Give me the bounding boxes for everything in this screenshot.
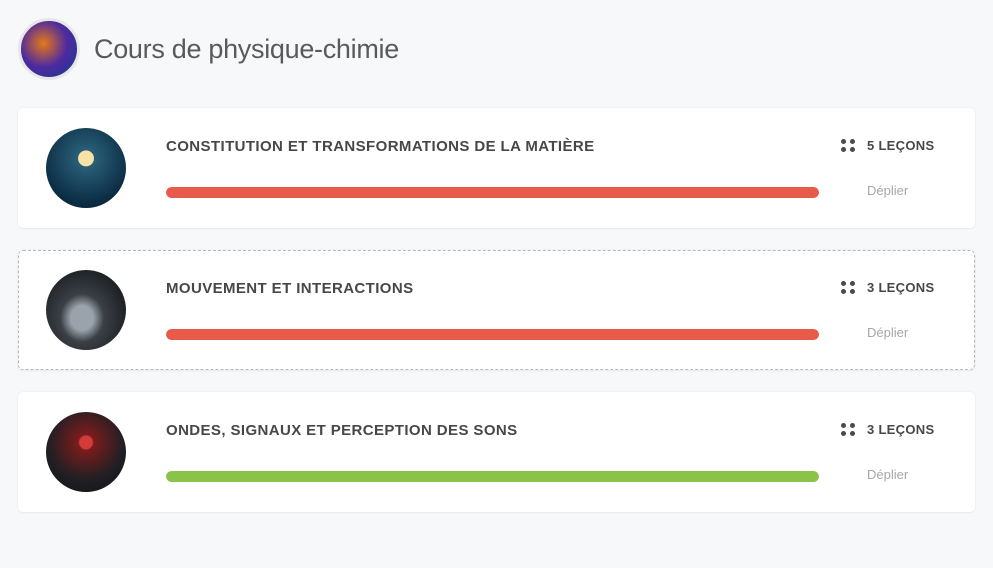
drag-handle-icon[interactable] [841,139,855,153]
expand-button[interactable]: Déplier [867,467,908,482]
section-avatar [46,412,126,492]
section-title: CONSTITUTION ET TRANSFORMATIONS DE LA MA… [166,138,819,155]
progress-bar [166,187,819,198]
lesson-count: 3 LEÇONS [867,280,934,295]
drag-handle-icon[interactable] [841,423,855,437]
lesson-count-row: 3 LEÇONS [841,280,934,295]
section-side: 3 LEÇONS Déplier [841,422,951,482]
section-card[interactable]: ONDES, SIGNAUX ET PERCEPTION DES SONS 3 … [18,392,975,512]
section-side: 3 LEÇONS Déplier [841,280,951,340]
progress-bar [166,471,819,482]
section-card[interactable]: MOUVEMENT ET INTERACTIONS 3 LEÇONS Dépli… [18,250,975,370]
lesson-count: 5 LEÇONS [867,138,934,153]
course-sections-list: CONSTITUTION ET TRANSFORMATIONS DE LA MA… [0,108,993,512]
section-card[interactable]: CONSTITUTION ET TRANSFORMATIONS DE LA MA… [18,108,975,228]
progress-bar [166,329,819,340]
lesson-count: 3 LEÇONS [867,422,934,437]
progress-fill [166,471,819,482]
section-side: 5 LEÇONS Déplier [841,138,951,198]
page-title: Cours de physique-chimie [94,34,399,65]
section-avatar [46,128,126,208]
course-avatar [18,18,80,80]
section-main: MOUVEMENT ET INTERACTIONS [166,280,819,340]
lesson-count-row: 5 LEÇONS [841,138,934,153]
expand-button[interactable]: Déplier [867,325,908,340]
page-header: Cours de physique-chimie [0,0,993,108]
progress-fill [166,329,819,340]
section-main: CONSTITUTION ET TRANSFORMATIONS DE LA MA… [166,138,819,198]
section-main: ONDES, SIGNAUX ET PERCEPTION DES SONS [166,422,819,482]
section-title: ONDES, SIGNAUX ET PERCEPTION DES SONS [166,422,819,439]
drag-handle-icon[interactable] [841,281,855,295]
section-avatar [46,270,126,350]
section-title: MOUVEMENT ET INTERACTIONS [166,280,819,297]
expand-button[interactable]: Déplier [867,183,908,198]
progress-fill [166,187,819,198]
lesson-count-row: 3 LEÇONS [841,422,934,437]
